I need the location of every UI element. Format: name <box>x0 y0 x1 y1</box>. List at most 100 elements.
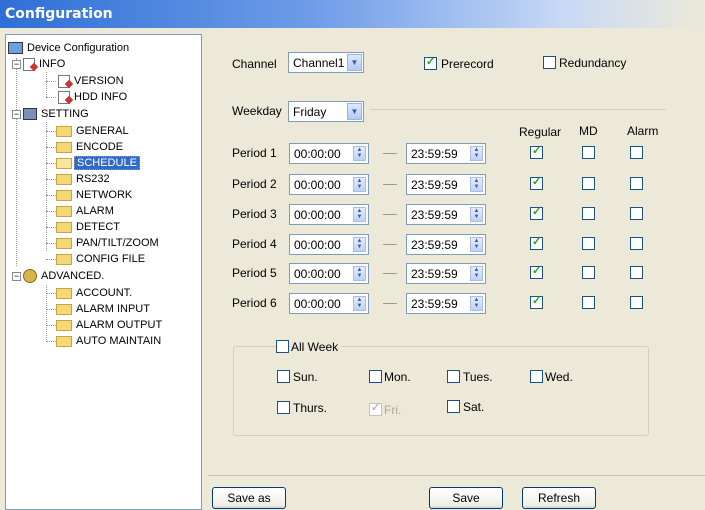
folder-icon <box>56 221 72 233</box>
spin-arrows-icon[interactable]: ▲ ▼ <box>353 207 366 222</box>
sunday-checkbox[interactable] <box>277 370 290 383</box>
saturday-checkbox[interactable] <box>447 400 460 413</box>
monday-checkbox[interactable] <box>369 370 382 383</box>
prerecord-checkbox[interactable] <box>424 55 437 70</box>
spin-arrows-icon[interactable]: ▲ ▼ <box>470 266 483 281</box>
period-start-time[interactable]: 00:00:00 ▲ ▼ <box>289 263 369 284</box>
tree-item-general[interactable]: GENERAL <box>56 124 131 139</box>
document-icon <box>58 90 70 104</box>
folder-icon <box>56 237 72 249</box>
config-tree[interactable]: Device Configuration − INFO VERSION HDD … <box>5 34 202 510</box>
period-start-time[interactable]: 00:00:00 ▲ ▼ <box>289 204 369 225</box>
collapse-info-toggle[interactable]: − <box>12 60 21 69</box>
tree-item-device-configuration[interactable]: Device Configuration <box>8 41 131 56</box>
spin-arrows-icon[interactable]: ▲ ▼ <box>470 207 483 222</box>
period-start-time[interactable]: 00:00:00 ▲ ▼ <box>289 293 369 314</box>
spin-arrows-icon[interactable]: ▲ ▼ <box>353 146 366 161</box>
regular-checkbox[interactable] <box>530 144 543 159</box>
tree-item-encode[interactable]: ENCODE <box>56 140 125 155</box>
tuesday-checkbox[interactable] <box>447 370 460 383</box>
spin-arrows-icon[interactable]: ▲ ▼ <box>470 146 483 161</box>
folder-icon <box>56 287 72 299</box>
md-checkbox[interactable] <box>582 177 595 190</box>
folder-icon <box>56 303 72 315</box>
tools-icon <box>23 108 37 121</box>
period-start-time[interactable]: 00:00:00 ▲ ▼ <box>289 234 369 255</box>
period-end-time[interactable]: 23:59:59 ▲ ▼ <box>406 293 486 314</box>
md-checkbox[interactable] <box>582 207 595 220</box>
save-as-button[interactable]: Save as <box>212 487 286 509</box>
weekday-select[interactable]: Friday ▼ <box>288 101 364 122</box>
refresh-button[interactable]: Refresh <box>522 487 596 509</box>
collapse-setting-toggle[interactable]: − <box>12 110 21 119</box>
all-week-checkbox[interactable] <box>276 340 289 353</box>
spin-arrows-icon[interactable]: ▲ ▼ <box>470 237 483 252</box>
period-end-time[interactable]: 23:59:59 ▲ ▼ <box>406 143 486 164</box>
range-dash <box>383 244 397 245</box>
regular-checkbox[interactable] <box>530 235 543 250</box>
regular-checkbox[interactable] <box>530 294 543 309</box>
range-dash <box>383 303 397 304</box>
tree-item-network[interactable]: NETWORK <box>56 188 134 203</box>
chevron-down-icon[interactable]: ▼ <box>347 54 362 71</box>
regular-checkbox[interactable] <box>530 175 543 190</box>
tree-item-version[interactable]: VERSION <box>58 74 126 89</box>
sunday-label: Sun. <box>293 370 318 384</box>
spin-arrows-icon[interactable]: ▲ ▼ <box>353 296 366 311</box>
tree-item-info[interactable]: INFO <box>23 57 67 72</box>
alarm-checkbox[interactable] <box>630 266 643 279</box>
tree-item-hdd-info[interactable]: HDD INFO <box>58 90 129 105</box>
tree-item-pan-tilt-zoom[interactable]: PAN/TILT/ZOOM <box>56 236 161 251</box>
wednesday-checkbox[interactable] <box>530 370 543 383</box>
period-end-time[interactable]: 23:59:59 ▲ ▼ <box>406 204 486 225</box>
regular-checkbox[interactable] <box>530 264 543 279</box>
tree-item-alarm-input[interactable]: ALARM INPUT <box>56 302 152 317</box>
period-end-time[interactable]: 23:59:59 ▲ ▼ <box>406 234 486 255</box>
folder-icon <box>56 189 72 201</box>
channel-select[interactable]: Channel1 ▼ <box>288 52 364 73</box>
range-dash <box>383 214 397 215</box>
tree-item-alarm-output[interactable]: ALARM OUTPUT <box>56 318 164 333</box>
window-title: Configuration <box>5 6 113 22</box>
md-checkbox[interactable] <box>582 237 595 250</box>
alarm-checkbox[interactable] <box>630 177 643 190</box>
alarm-checkbox[interactable] <box>630 237 643 250</box>
tree-item-detect[interactable]: DETECT <box>56 220 122 235</box>
spin-arrows-icon[interactable]: ▲ ▼ <box>470 177 483 192</box>
footer-separator <box>208 475 705 476</box>
tree-item-account[interactable]: ACCOUNT. <box>56 286 134 301</box>
period-start-time[interactable]: 00:00:00 ▲ ▼ <box>289 143 369 164</box>
tree-item-auto-maintain[interactable]: AUTO MAINTAIN <box>56 334 163 349</box>
spin-arrows-icon[interactable]: ▲ ▼ <box>353 266 366 281</box>
md-checkbox[interactable] <box>582 296 595 309</box>
spin-arrows-icon[interactable]: ▲ ▼ <box>470 296 483 311</box>
tree-item-setting[interactable]: SETTING <box>23 107 91 122</box>
period-end-time[interactable]: 23:59:59 ▲ ▼ <box>406 263 486 284</box>
folder-icon <box>56 319 72 331</box>
tree-item-schedule[interactable]: SCHEDULE <box>56 156 140 171</box>
tree-item-rs232[interactable]: RS232 <box>56 172 112 187</box>
spin-arrows-icon[interactable]: ▲ ▼ <box>353 177 366 192</box>
column-header-md: MD <box>579 124 598 138</box>
spin-arrows-icon[interactable]: ▲ ▼ <box>353 237 366 252</box>
save-button[interactable]: Save <box>429 487 503 509</box>
tree-item-config-file[interactable]: CONFIG FILE <box>56 252 147 267</box>
alarm-checkbox[interactable] <box>630 296 643 309</box>
tree-item-alarm[interactable]: ALARM <box>56 204 116 219</box>
weekday-label: Weekday <box>232 104 282 118</box>
period-label: Period 6 <box>232 296 277 310</box>
regular-checkbox[interactable] <box>530 205 543 220</box>
monday-label: Mon. <box>384 370 411 384</box>
period-start-time[interactable]: 00:00:00 ▲ ▼ <box>289 174 369 195</box>
md-checkbox[interactable] <box>582 266 595 279</box>
redundancy-checkbox[interactable] <box>543 56 556 69</box>
collapse-advanced-toggle[interactable]: − <box>12 272 21 281</box>
tree-item-advanced[interactable]: ADVANCED. <box>23 269 106 284</box>
alarm-checkbox[interactable] <box>630 146 643 159</box>
range-dash <box>383 153 397 154</box>
period-end-time[interactable]: 23:59:59 ▲ ▼ <box>406 174 486 195</box>
chevron-down-icon[interactable]: ▼ <box>347 103 362 120</box>
md-checkbox[interactable] <box>582 146 595 159</box>
thursday-checkbox[interactable] <box>277 401 290 414</box>
alarm-checkbox[interactable] <box>630 207 643 220</box>
